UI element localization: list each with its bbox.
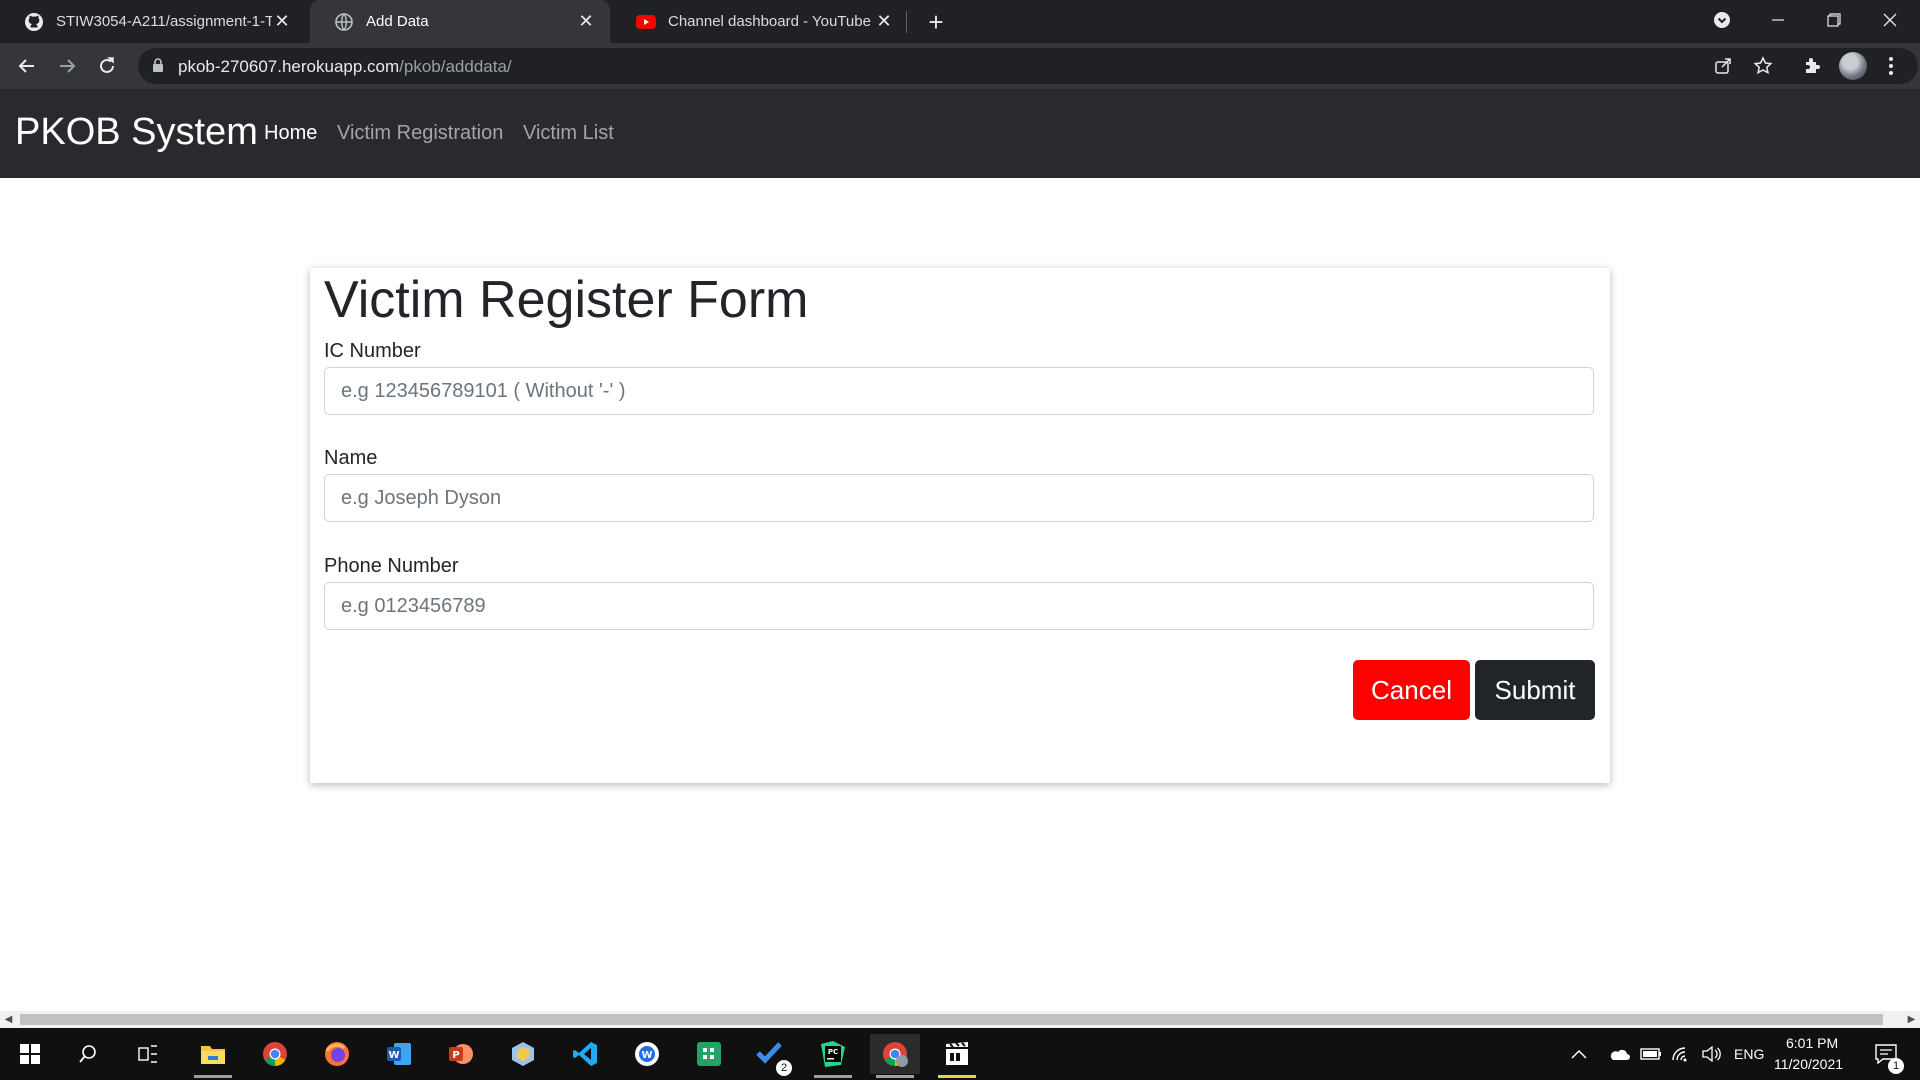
- virtualbox-icon[interactable]: [498, 1034, 548, 1074]
- extensions-puzzle-icon[interactable]: [1797, 51, 1827, 81]
- wps-writer-icon[interactable]: W: [622, 1034, 672, 1074]
- new-tab-icon[interactable]: +: [920, 6, 952, 38]
- file-explorer-icon[interactable]: [188, 1034, 238, 1078]
- todo-badge: 2: [776, 1060, 792, 1076]
- bookmark-star-icon[interactable]: [1748, 51, 1778, 81]
- running-indicator: [194, 1075, 232, 1078]
- input-language[interactable]: ENG: [1734, 1046, 1764, 1062]
- todo-check-icon[interactable]: 2: [746, 1034, 796, 1076]
- show-hidden-icons-chevron-icon[interactable]: [1564, 1034, 1594, 1074]
- running-indicator: [938, 1075, 976, 1078]
- back-arrow-icon[interactable]: [12, 51, 42, 81]
- name-label: Name: [324, 447, 378, 469]
- ic-number-label: IC Number: [324, 340, 421, 362]
- nav-link-victim-registration[interactable]: Victim Registration: [337, 122, 503, 145]
- reload-icon[interactable]: [92, 51, 122, 81]
- wifi-icon[interactable]: [1666, 1034, 1696, 1074]
- close-tab-icon[interactable]: ✕: [576, 11, 596, 32]
- scroll-right-arrow-icon[interactable]: ▶: [1903, 1011, 1920, 1028]
- tab-title: Channel dashboard - YouTube St: [668, 13, 874, 30]
- vscode-icon[interactable]: [560, 1034, 610, 1074]
- register-form-card: Victim Register Form IC Number Name Phon…: [310, 268, 1610, 783]
- lock-icon[interactable]: [152, 57, 164, 78]
- phone-number-input[interactable]: [324, 582, 1594, 630]
- cancel-button[interactable]: Cancel: [1353, 660, 1470, 720]
- forward-arrow-icon[interactable]: [52, 51, 82, 81]
- browser-tab-strip: STIW3054-A211/assignment-1-T ✕ Add Data …: [0, 0, 1920, 43]
- tab-github[interactable]: STIW3054-A211/assignment-1-T ✕: [0, 0, 306, 43]
- svg-text:PC: PC: [828, 1048, 838, 1056]
- tab-separator: [906, 11, 907, 33]
- clock-date[interactable]: 11/20/2021: [1774, 1056, 1843, 1072]
- name-input[interactable]: [324, 474, 1594, 522]
- sheets-app-icon[interactable]: [684, 1034, 734, 1074]
- scroll-left-arrow-icon[interactable]: ◀: [0, 1011, 17, 1028]
- horizontal-scrollbar[interactable]: ◀ ▶: [0, 1011, 1920, 1028]
- notification-count-badge: 1: [1888, 1058, 1904, 1074]
- clock-time[interactable]: 6:01 PM: [1786, 1035, 1838, 1051]
- ic-number-input[interactable]: [324, 367, 1594, 415]
- address-bar[interactable]: pkob-270607.herokuapp.com/pkob/adddata/: [138, 48, 1918, 84]
- url-text: pkob-270607.herokuapp.com/pkob/adddata/: [178, 57, 512, 77]
- search-icon[interactable]: [63, 1034, 113, 1074]
- nav-link-victim-list[interactable]: Victim List: [523, 122, 614, 145]
- windows-taskbar: W P W 2 PC ENG 6:01 PM 11/20/2021 1: [0, 1028, 1920, 1080]
- tab-add-data[interactable]: Add Data ✕: [310, 0, 610, 43]
- url-host: pkob-270607.herokuapp.com: [178, 57, 400, 76]
- scrollbar-thumb[interactable]: [20, 1014, 1883, 1025]
- more-menu-icon[interactable]: [1876, 51, 1906, 81]
- svg-text:P: P: [452, 1050, 459, 1061]
- share-icon[interactable]: [1708, 51, 1738, 81]
- battery-icon[interactable]: [1636, 1034, 1666, 1074]
- chrome-icon[interactable]: [250, 1034, 300, 1074]
- chrome-profile-icon[interactable]: [870, 1034, 920, 1078]
- running-indicator: [876, 1075, 914, 1078]
- nav-link-home[interactable]: Home: [264, 122, 317, 145]
- browser-toolbar: pkob-270607.herokuapp.com/pkob/adddata/: [0, 43, 1920, 89]
- submit-button[interactable]: Submit: [1475, 660, 1595, 720]
- profile-avatar[interactable]: [1839, 52, 1867, 80]
- globe-icon: [334, 12, 354, 32]
- close-tab-icon[interactable]: ✕: [874, 11, 894, 32]
- volume-icon[interactable]: [1696, 1034, 1726, 1074]
- firefox-icon[interactable]: [312, 1034, 362, 1074]
- tab-title: Add Data: [366, 13, 429, 30]
- brand-link[interactable]: PKOB System: [15, 111, 258, 154]
- pycharm-icon[interactable]: PC: [808, 1034, 858, 1078]
- youtube-icon: [636, 12, 656, 32]
- phone-number-label: Phone Number: [324, 555, 459, 577]
- restore-icon[interactable]: [1806, 0, 1862, 40]
- tab-title: STIW3054-A211/assignment-1-T: [56, 13, 272, 30]
- form-title: Victim Register Form: [324, 271, 809, 329]
- close-tab-icon[interactable]: ✕: [272, 11, 292, 32]
- windows-start-icon[interactable]: [5, 1034, 55, 1074]
- onedrive-cloud-icon[interactable]: [1604, 1034, 1634, 1074]
- notifications-icon[interactable]: 1: [1866, 1034, 1906, 1074]
- svg-text:W: W: [641, 1050, 652, 1061]
- powerpoint-icon[interactable]: P: [436, 1034, 486, 1074]
- word-icon[interactable]: W: [374, 1034, 424, 1074]
- site-navbar: PKOB System Home Victim Registration Vic…: [0, 89, 1920, 178]
- clapperboard-app-icon[interactable]: [932, 1034, 982, 1078]
- svg-text:W: W: [388, 1050, 399, 1061]
- url-path: /pkob/adddata/: [399, 57, 512, 76]
- task-view-icon[interactable]: [124, 1034, 174, 1074]
- minimize-icon[interactable]: [1750, 0, 1806, 40]
- tab-search-icon[interactable]: [1694, 0, 1750, 40]
- running-indicator: [814, 1075, 852, 1078]
- github-icon: [24, 12, 44, 32]
- close-window-icon[interactable]: [1862, 0, 1918, 40]
- page-viewport: PKOB System Home Victim Registration Vic…: [0, 89, 1920, 1011]
- tab-youtube-studio[interactable]: Channel dashboard - YouTube St ✕: [612, 0, 908, 43]
